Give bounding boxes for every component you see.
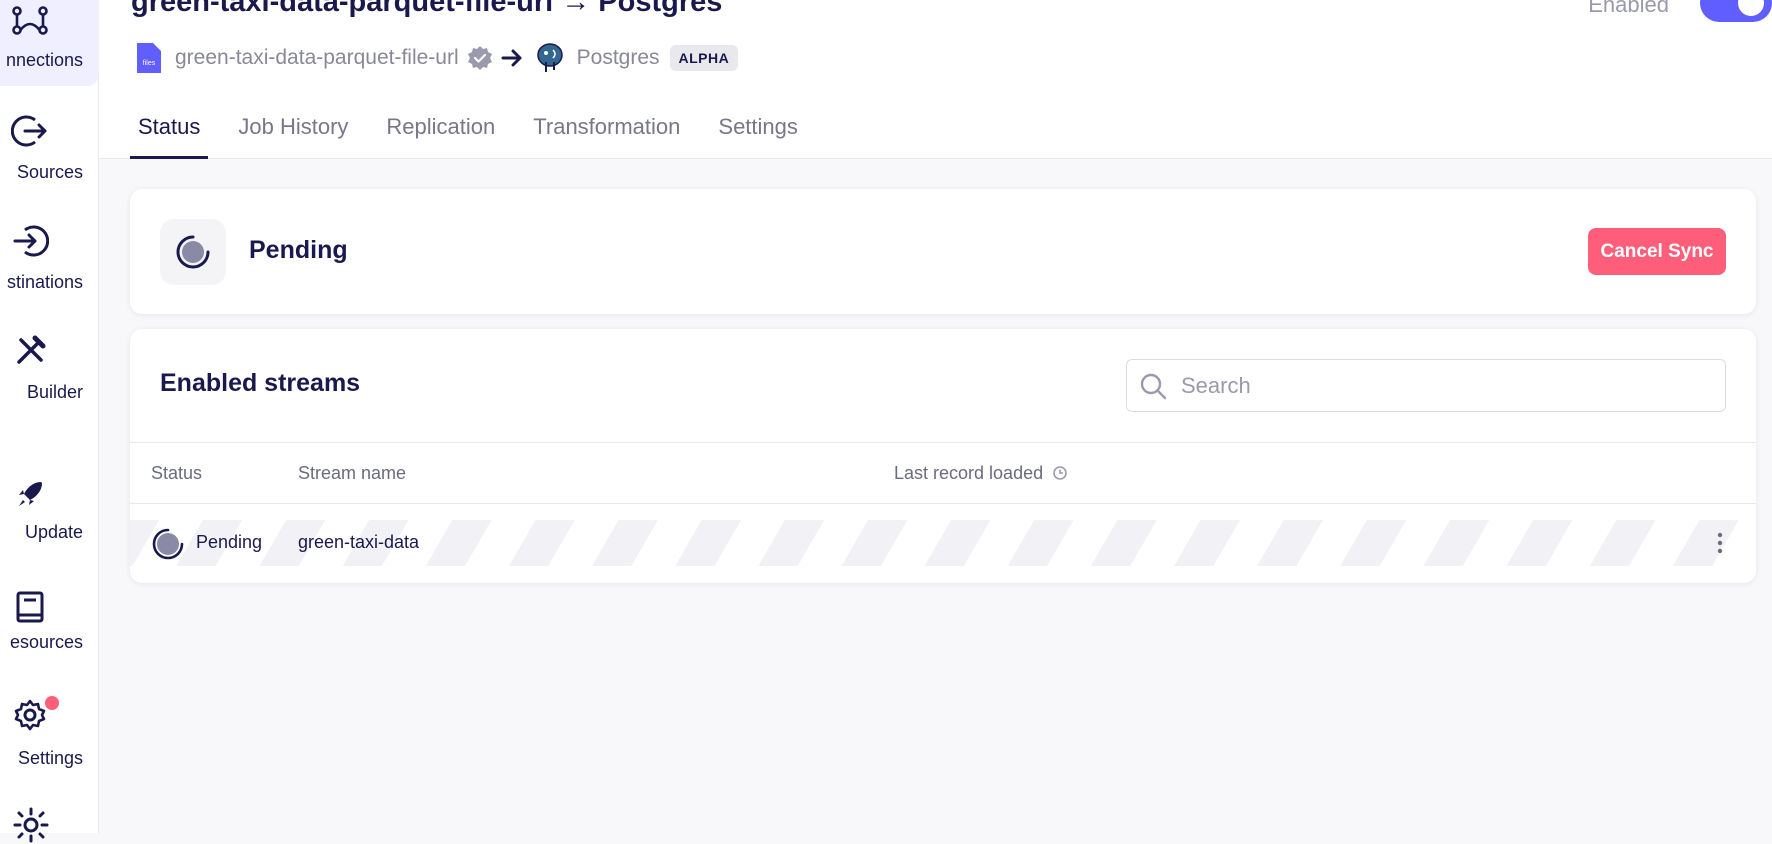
row-status-text: Pending [196,532,263,552]
enabled-toggle[interactable] [1700,0,1772,22]
tab-replication[interactable]: Replication [378,108,503,159]
tab-transformation[interactable]: Transformation [525,108,688,159]
connection-header: green-taxi-data-parquet-file-url → Postg… [99,0,1772,159]
column-header-label: Last record loaded [894,463,1044,483]
builder-icon [17,335,46,364]
sidebar-item-update[interactable]: Update [0,476,99,572]
status-icon-container [160,219,226,285]
table-row[interactable]: Pending green-taxi-data [130,520,1756,566]
pending-icon [152,528,184,560]
rocket-icon [19,482,42,506]
sidebar-item-sources[interactable]: Sources [0,112,99,208]
file-icon-text: files [143,60,156,67]
connection-tabs: Status Job History Replication Transform… [130,108,828,159]
table-header: Status Stream name Last record loaded [130,442,1756,504]
sidebar-item-label: Sources [16,162,83,182]
destinations-icon [13,225,49,257]
sidebar-item-label: Builder [26,382,83,402]
sidebar-item-label: nnections [5,50,83,70]
arrow-right-icon [501,49,522,67]
sync-status-label: Pending [249,236,348,264]
sync-status-card: Pending Cancel Sync [130,189,1756,314]
more-options-icon[interactable] [1716,530,1724,556]
sidebar-item-connections[interactable]: nnections [0,0,99,86]
column-header-stream-name[interactable]: Stream name [298,463,406,484]
enabled-label: Enabled [1588,0,1669,17]
tab-status[interactable]: Status [130,108,209,159]
postgres-icon [536,43,563,72]
sidebar-item-label: esources [9,632,83,652]
sun-icon[interactable] [12,806,50,844]
search-box[interactable] [1126,359,1726,412]
sidebar-item-label: Settings [17,748,83,768]
sidebar-item-resources[interactable]: esources [0,588,99,684]
notification-dot [45,696,59,710]
gear-icon [14,699,46,731]
sources-icon [11,115,47,147]
column-header-last-record[interactable]: Last record loaded [894,463,1068,484]
search-icon [1140,373,1167,400]
row-stream-name: green-taxi-data [298,532,420,552]
book-icon [16,591,44,623]
enabled-streams-card: Enabled streams Status Stream name Last … [130,329,1756,583]
destination-name[interactable]: Postgres [577,46,660,70]
tab-job-history[interactable]: Job History [230,108,356,159]
sidebar-item-destinations[interactable]: stinations [0,222,99,318]
sidebar-item-label: Update [24,522,83,542]
connections-icon [12,6,48,35]
column-header-status[interactable]: Status [151,463,202,484]
verified-icon [467,46,492,70]
pending-icon [176,235,210,269]
file-source-icon: files [137,43,161,73]
connection-path: files green-taxi-data-parquet-file-url P… [135,40,739,76]
sidebar-item-label: stinations [6,272,83,292]
streams-title: Enabled streams [160,369,361,397]
sidebar: nnections Sources stinations Builder Upd… [0,0,99,843]
release-stage-badge: ALPHA [669,45,739,71]
page-title: green-taxi-data-parquet-file-url → Postg… [131,0,723,18]
toggle-knob [1738,0,1764,16]
source-name[interactable]: green-taxi-data-parquet-file-url [175,46,459,70]
cancel-sync-button[interactable]: Cancel Sync [1588,228,1726,275]
sidebar-item-builder[interactable]: Builder [0,332,99,428]
tab-settings[interactable]: Settings [710,108,806,159]
sidebar-item-settings[interactable]: Settings [0,696,99,792]
main-content: green-taxi-data-parquet-file-url → Postg… [99,0,1772,833]
clock-icon [1053,466,1067,480]
search-input[interactable] [1181,360,1711,411]
